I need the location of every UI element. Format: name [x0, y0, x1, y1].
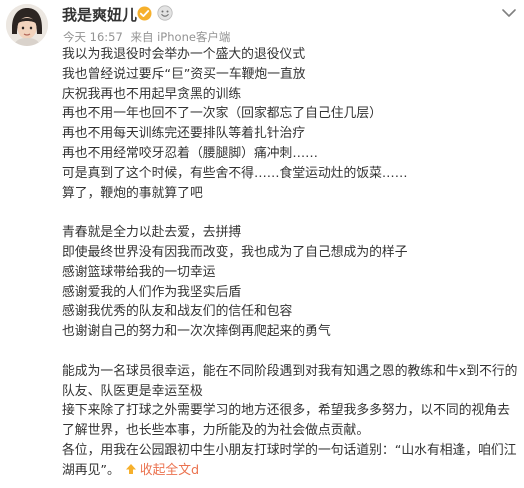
- text-line-last: 各位，用我在公园跟初中生小朋友打球时学的一句话道别：“山水有相逢，咱们江湖再见”…: [62, 441, 518, 481]
- avatar-image: [6, 4, 48, 46]
- text-line: 可是真到了这个时候，有些舍不得……食堂运动灶的饭菜……: [62, 165, 408, 181]
- weibo-post: 我是爽妞儿 今天 16:57 来自 iPhone客户端 我以为我退役时会举办一个…: [0, 0, 524, 488]
- avatar[interactable]: [6, 4, 48, 46]
- grinning-face-icon: [157, 5, 173, 21]
- text-line: 即使最终世界没有因我而改变，我也成为了自己想成为的样子: [62, 244, 408, 260]
- collapse-tail: d: [191, 462, 200, 478]
- chevron-down-icon[interactable]: [500, 6, 518, 20]
- text-line: 感谢爱我的人们作为我坚实后盾: [62, 284, 242, 300]
- text-line: 再也不用每天训练完还要排队等着扎针治疗: [62, 126, 306, 142]
- collapse-full-text-link[interactable]: 收起全文: [140, 463, 191, 478]
- text-line: 庆祝我再也不用起早贪黑的训练: [62, 86, 242, 102]
- post-meta: 今天 16:57 来自 iPhone客户端: [63, 29, 234, 45]
- text-line: 能成为一名球员很幸运，能在不同阶段遇到对我有知遇之恩的教练和牛x到不行的队友、队…: [62, 363, 518, 399]
- username[interactable]: 我是爽妞儿: [62, 4, 137, 25]
- post-time[interactable]: 今天 16:57: [63, 30, 123, 44]
- collapse-arrow-icon[interactable]: [124, 462, 138, 476]
- text-line: 感谢我优秀的队友和战友们的信任和包容: [62, 304, 293, 320]
- post-body: 我以为我退役时会举办一个盛大的退役仪式 我也曾经说过要斥“巨”资买一车鞭炮一直放…: [62, 45, 518, 481]
- text-line: 算了，鞭炮的事就算了吧: [62, 185, 203, 201]
- text-line: 青春就是全力以赴去爱，去拼搏: [62, 225, 242, 241]
- text-line: 我以为我退役时会举办一个盛大的退役仪式: [62, 47, 306, 62]
- text-line: 我也曾经说过要斥“巨”资买一车鞭炮一直放: [62, 66, 306, 82]
- text-line: 也谢谢自己的努力和一次次摔倒再爬起来的勇气: [62, 324, 331, 340]
- post-source: 来自 iPhone客户端: [130, 30, 231, 44]
- text-line: 再也不用一年也回不了一次家（回家都忘了自己住几层）: [62, 106, 382, 122]
- verified-badge-icon: [137, 6, 152, 21]
- text-line: 再也不用经常咬牙忍着（腰腿脚）痛冲刺……: [62, 145, 318, 161]
- text-line: 感谢篮球带给我的一切幸运: [62, 264, 216, 280]
- text-line: 接下来除了打球之外需要学习的地方还很多，希望我多多努力，以不同的视角去了解世界，…: [62, 403, 510, 439]
